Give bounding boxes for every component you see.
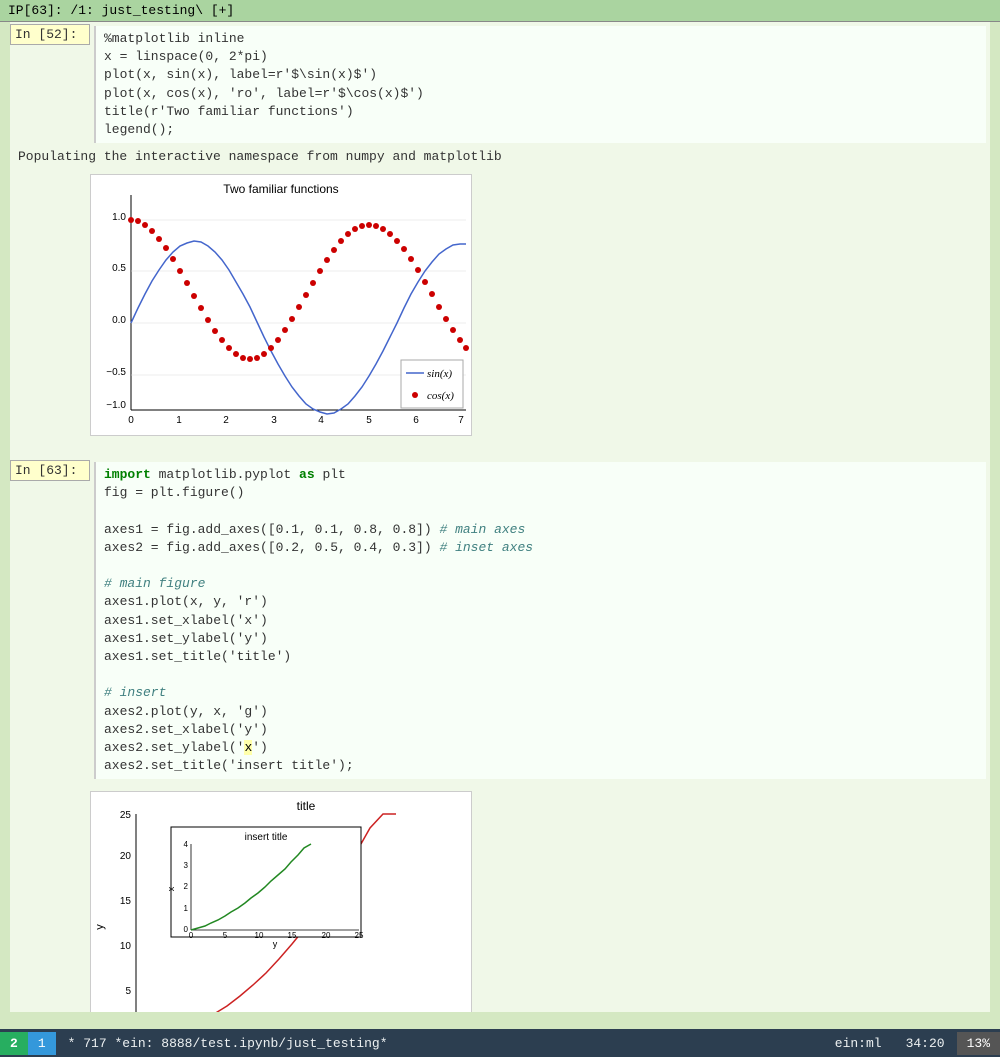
- chart-52-title: Two familiar functions: [223, 182, 338, 196]
- main-ylabel: y: [94, 924, 106, 930]
- svg-text:0.5: 0.5: [112, 263, 126, 274]
- cell-52-code: %matplotlib inline x = linspace(0, 2*pi)…: [94, 26, 986, 143]
- svg-text:2: 2: [223, 415, 229, 426]
- svg-text:20: 20: [120, 851, 132, 862]
- svg-text:4: 4: [318, 415, 324, 426]
- status-percent: 13%: [957, 1032, 1000, 1055]
- status-filename: * 717 *ein: 8888/test.ipynb/just_testing…: [56, 1032, 823, 1055]
- svg-text:15: 15: [288, 931, 297, 940]
- title-bar: IP[63]: /1: just_testing\ [+]: [0, 0, 1000, 22]
- chart-63-svg: title y x 0 5 10 15 20 25 0 1 2 3 4 5: [91, 792, 471, 1012]
- inset-title: insert title: [245, 832, 288, 843]
- svg-text:3: 3: [271, 415, 277, 426]
- legend-sin-label: sin(x): [427, 368, 452, 380]
- svg-text:10: 10: [255, 931, 264, 940]
- svg-text:y: y: [273, 939, 278, 949]
- cell-63-content[interactable]: import matplotlib.pyplot as plt fig = pl…: [90, 460, 990, 781]
- svg-text:0: 0: [189, 931, 194, 940]
- status-vim-mode: ein:ml: [823, 1032, 894, 1055]
- chart-52-svg: Two familiar functions 1.0 0.5 0.0 −0.5 …: [91, 175, 471, 435]
- status-cell-number: 1: [28, 1032, 56, 1055]
- notebook[interactable]: In [52]: %matplotlib inline x = linspace…: [10, 22, 990, 1012]
- svg-text:10: 10: [120, 941, 132, 952]
- svg-text:4: 4: [184, 840, 189, 849]
- svg-text:5: 5: [223, 931, 228, 940]
- cell-52-output-text: Populating the interactive namespace fro…: [10, 147, 990, 166]
- svg-text:0: 0: [128, 415, 134, 426]
- cell-63-code: import matplotlib.pyplot as plt fig = pl…: [94, 462, 986, 779]
- inset-axes-bg: [171, 827, 361, 937]
- title-text: IP[63]: /1: just_testing\ [+]: [8, 3, 234, 18]
- svg-text:6: 6: [413, 415, 419, 426]
- svg-text:−0.5: −0.5: [106, 367, 126, 378]
- svg-text:−1.0: −1.0: [106, 400, 126, 411]
- svg-text:15: 15: [120, 896, 132, 907]
- svg-text:x: x: [166, 887, 176, 892]
- svg-text:7: 7: [458, 415, 464, 426]
- legend-cos-label: cos(x): [427, 390, 454, 402]
- cell-63-input: In [63]: import matplotlib.pyplot as plt…: [10, 458, 990, 783]
- status-position: 34:20: [894, 1032, 957, 1055]
- svg-text:1: 1: [176, 415, 182, 426]
- cell-52-label: In [52]:: [10, 24, 90, 45]
- svg-text:0.0: 0.0: [112, 315, 126, 326]
- svg-text:20: 20: [322, 931, 331, 940]
- legend-cos-dot: [412, 392, 418, 398]
- cell-63-chart: title y x 0 5 10 15 20 25 0 1 2 3 4 5: [90, 791, 472, 1012]
- cell-63-label: In [63]:: [10, 460, 90, 481]
- svg-text:1.0: 1.0: [112, 212, 126, 223]
- svg-text:25: 25: [355, 931, 364, 940]
- status-mode-number: 2: [0, 1032, 28, 1055]
- cell-52-input: In [52]: %matplotlib inline x = linspace…: [10, 22, 990, 147]
- cell-52-content[interactable]: %matplotlib inline x = linspace(0, 2*pi)…: [90, 24, 990, 145]
- status-bar: 2 1 * 717 *ein: 8888/test.ipynb/just_tes…: [0, 1029, 1000, 1057]
- svg-text:3: 3: [184, 861, 189, 870]
- cell-52-chart: Two familiar functions 1.0 0.5 0.0 −0.5 …: [90, 174, 472, 436]
- svg-text:1: 1: [184, 904, 189, 913]
- chart-63-title: title: [297, 799, 316, 813]
- svg-text:2: 2: [184, 882, 189, 891]
- svg-text:5: 5: [125, 986, 131, 997]
- svg-text:25: 25: [120, 810, 132, 821]
- svg-text:5: 5: [366, 415, 372, 426]
